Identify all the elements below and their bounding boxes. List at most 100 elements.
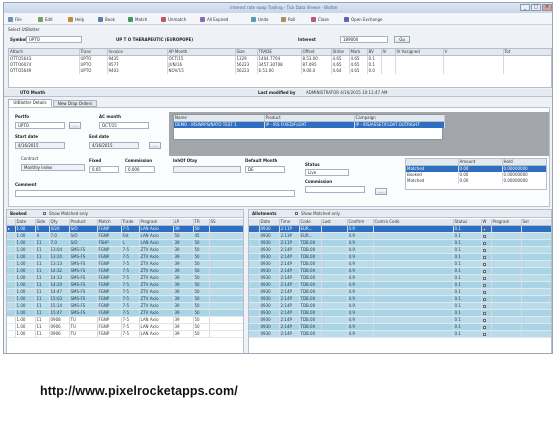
row-select-checkbox[interactable] (482, 297, 486, 301)
row-select-checkbox[interactable] (482, 290, 486, 294)
show-matched-checkbox-left[interactable] (43, 212, 46, 215)
allotment-row[interactable]: 0930 2:14P TDB.00 4.9 0.1 (249, 253, 551, 261)
booked-cell: 4 (35, 232, 50, 240)
maximize-button[interactable]: □ (531, 4, 541, 11)
toolbar-item-unmatch[interactable]: Unmatch (161, 16, 186, 22)
booked-row[interactable]: 1.00 11 14:32 SMS-FS FGNP 7-5 ZTV Ax/o 39 50 (7, 267, 243, 275)
toolbar-item-book[interactable]: Book (98, 16, 115, 22)
allotment-row[interactable]: 0930 2:13P EUR... 4.9 0.1 (249, 232, 551, 240)
minimize-button[interactable]: _ (520, 4, 530, 11)
go-button[interactable]: Go (394, 36, 410, 43)
allotment-row[interactable]: 0930 2:14P TDB.00 4.9 0.1 (249, 316, 551, 324)
allotment-row[interactable]: 0930 2:14P TDB.00 4.9 0.1 (249, 281, 551, 289)
allotment-row[interactable]: 0930 2:14P TDB.00 4.9 0.1 (249, 274, 551, 282)
allotment-row[interactable]: 0930 2:14P TDB.00 4.9 0.1 (249, 295, 551, 303)
match-icon (128, 16, 133, 22)
allotment-cell: 0.1 (453, 239, 482, 247)
allotment-row[interactable]: 0930 2:14P TDB.00 4.9 0.1 (249, 267, 551, 275)
toolbar-item-undo[interactable]: Undo (251, 16, 268, 22)
row-select-checkbox[interactable] (482, 325, 486, 329)
row-select-checkbox[interactable] (482, 318, 486, 322)
toolbar-item-roll[interactable]: Roll (281, 16, 295, 22)
booked-row[interactable]: 1.00 4 7.0 S/O FGNP Fat LAN Ax/o 50 45 (7, 232, 243, 240)
footer-url[interactable]: http://www.pixelrocketapps.com/ (40, 384, 238, 398)
contract-input[interactable]: Monthly Index (21, 164, 85, 171)
toolbar-item-edit[interactable]: Edit (38, 16, 53, 22)
status-select[interactable]: Live (305, 169, 349, 176)
allotment-cell: 0.1 (453, 330, 482, 338)
toolbar-item-open-exchange[interactable]: Open Exchange (344, 16, 383, 22)
portfolio-input[interactable]: UPTO (15, 122, 65, 129)
booked-row[interactable]: 1.00 11 15:47 SMS-FS FGNP 7-5 ZTV Ax/o 39 50 (7, 309, 243, 317)
row-select-checkbox[interactable] (482, 311, 486, 315)
end-date-input[interactable]: 4/16/2015 (89, 142, 139, 149)
default-month-select[interactable]: DE (245, 166, 285, 173)
allotment-cell: 2:14P (279, 323, 300, 331)
close-window-button[interactable]: × (542, 4, 552, 11)
allotment-row[interactable]: 0930 2:14P TDB.00 4.9 0.1 (249, 302, 551, 310)
row-select-checkbox[interactable] (482, 269, 486, 273)
row-select-checkbox[interactable] (482, 255, 486, 259)
date-picker-button[interactable]: ... (149, 142, 161, 149)
booked-row[interactable]: 1.00 11 0906 TU FGNP 7-5 LAN Ax/o 39 50 (7, 323, 243, 331)
row-select-checkbox[interactable] (482, 332, 486, 336)
booked-row[interactable]: 1.00 11 15:03 SMS-FS FGNP 7-5 ZTV Ax/o 39 50 (7, 295, 243, 303)
allotment-row[interactable]: 0930 2:14P TDB.00 4.9 0.1 (249, 309, 551, 317)
allotment-cell: 0.1 (453, 302, 482, 310)
toolbar-item-all-expired[interactable]: All Expired (200, 16, 228, 22)
inhouse-input[interactable] (173, 166, 241, 173)
row-select-checkbox[interactable] (482, 234, 486, 238)
allotment-row[interactable]: 0930 2:11P TDB.00 4.9 0.1 (249, 239, 551, 247)
toolbar-item-match[interactable]: Match (128, 16, 147, 22)
accounts-row[interactable]: Matched 0.00 0.00000000 (406, 178, 546, 184)
row-select-checkbox[interactable] (482, 241, 486, 245)
allotment-row[interactable]: 0930 2:14P TDB.00 4.9 0.1 (249, 330, 551, 338)
attach-cell (381, 68, 396, 74)
row-select-checkbox[interactable] (482, 276, 486, 280)
commission2-lookup-button[interactable]: ... (375, 188, 387, 195)
start-date-input[interactable]: 4/16/2015 (15, 142, 65, 149)
allotment-row[interactable]: 0930 2:14P TDB.00 4.9 0.1 (249, 246, 551, 254)
lookup-grid: Name Product Campaign DEMO - IRSWAPS/NATO … (173, 114, 445, 140)
booked-row[interactable]: 1.00 11 0906 TU FGNP 7-5 LAN Ax/o 39 50 (7, 330, 243, 338)
tab-new-drop-orders[interactable]: New Drop Orders (53, 100, 97, 107)
toolbar-item-close[interactable]: Close (311, 16, 329, 22)
booked-row[interactable]: 1.00 11 15:14 SMS-FS FGNP 7-5 ZTV Ax/o 39 50 (7, 302, 243, 310)
row-select-checkbox[interactable] (482, 304, 486, 308)
attach-row[interactable]: OTTO5649 UPTO 9403 NOV/15 56223 6.51.00 9.00.0… (9, 68, 551, 74)
portfolio-lookup-button[interactable]: ... (69, 122, 81, 129)
booked-row[interactable]: 1.00 11 13:13 SMS-FS FGNP 7-5 ZTV Ax/o 39 50 (7, 260, 243, 268)
booked-row[interactable]: ▸ 1.00 5 4/20 S/O FGNP 7-5 LAN Ax/o 39 50 (7, 225, 243, 233)
row-select-checkbox[interactable] (482, 248, 486, 252)
show-matched-checkbox-right[interactable] (295, 212, 298, 215)
interest-input[interactable]: 189000 (340, 36, 388, 43)
symbol-input[interactable]: UPTO (26, 36, 82, 43)
commission-input[interactable]: 0.000 (125, 166, 155, 173)
booked-row[interactable]: 1.00 11 14:13 SMS-FS FGNP 7-5 ZTV Ax/o 39 50 (7, 274, 243, 282)
booked-row[interactable]: 1.00 11 13:04 SMS-FS FGNP 7-5 ZTV Ax/o 39 50 (7, 246, 243, 254)
booked-cell: LAN Ax/o (139, 316, 174, 324)
comment-input[interactable] (15, 190, 295, 197)
tab-utblotter-details[interactable]: UtBlotter Details (8, 99, 52, 107)
allotment-row[interactable]: 0930 2:11P EUR... 4.9 0.1 (249, 225, 551, 233)
allotment-row[interactable]: 0930 2:14P TDB.00 4.9 0.1 (249, 323, 551, 331)
row-select-checkbox[interactable] (482, 227, 486, 231)
booked-row[interactable]: 1.00 11 14:47 SMS-FS FGNP 7-5 ZTV Ax/o 39 50 (7, 288, 243, 296)
ac-month-select[interactable]: OCT/15 (99, 122, 149, 129)
allotment-row[interactable]: 0930 2:14P TDB.00 4.9 0.1 (249, 260, 551, 268)
booked-row[interactable]: 1.00 11 13:20 SMS-FS FGNP 7-5 ZTV Ax/o 39 50 (7, 253, 243, 261)
lookup-row[interactable]: DEMO - IRSWAPS/NATO TEST 1 IP - IRS FIXED… (174, 121, 445, 128)
row-select-checkbox[interactable] (482, 283, 486, 287)
allotment-row[interactable]: 0930 2:14P TDB.00 4.9 0.1 (249, 288, 551, 296)
booked-cell: ZTV Ax/o (139, 274, 174, 282)
fixed-input[interactable]: 0.65 (89, 166, 119, 173)
toolbar-item-file[interactable]: File (8, 16, 22, 22)
row-select-checkbox[interactable] (482, 262, 486, 266)
toolbar-item-help[interactable]: Help (68, 16, 84, 22)
booked-row[interactable]: 1.00 11 7.0 S/O FSHP L LAN Ax/o 39 50 (7, 239, 243, 247)
toolbar-label: Edit (45, 16, 53, 22)
booked-row[interactable]: 1.00 11 0908 TU FGNP 7-5 LAN Ax/o 39 50 (7, 316, 243, 324)
commission2-input[interactable] (305, 186, 365, 193)
booked-cell (7, 253, 16, 261)
booked-row[interactable]: 1.00 11 14:20 SMS-FS FGNP 7-5 ZTV Ax/o 39 50 (7, 281, 243, 289)
